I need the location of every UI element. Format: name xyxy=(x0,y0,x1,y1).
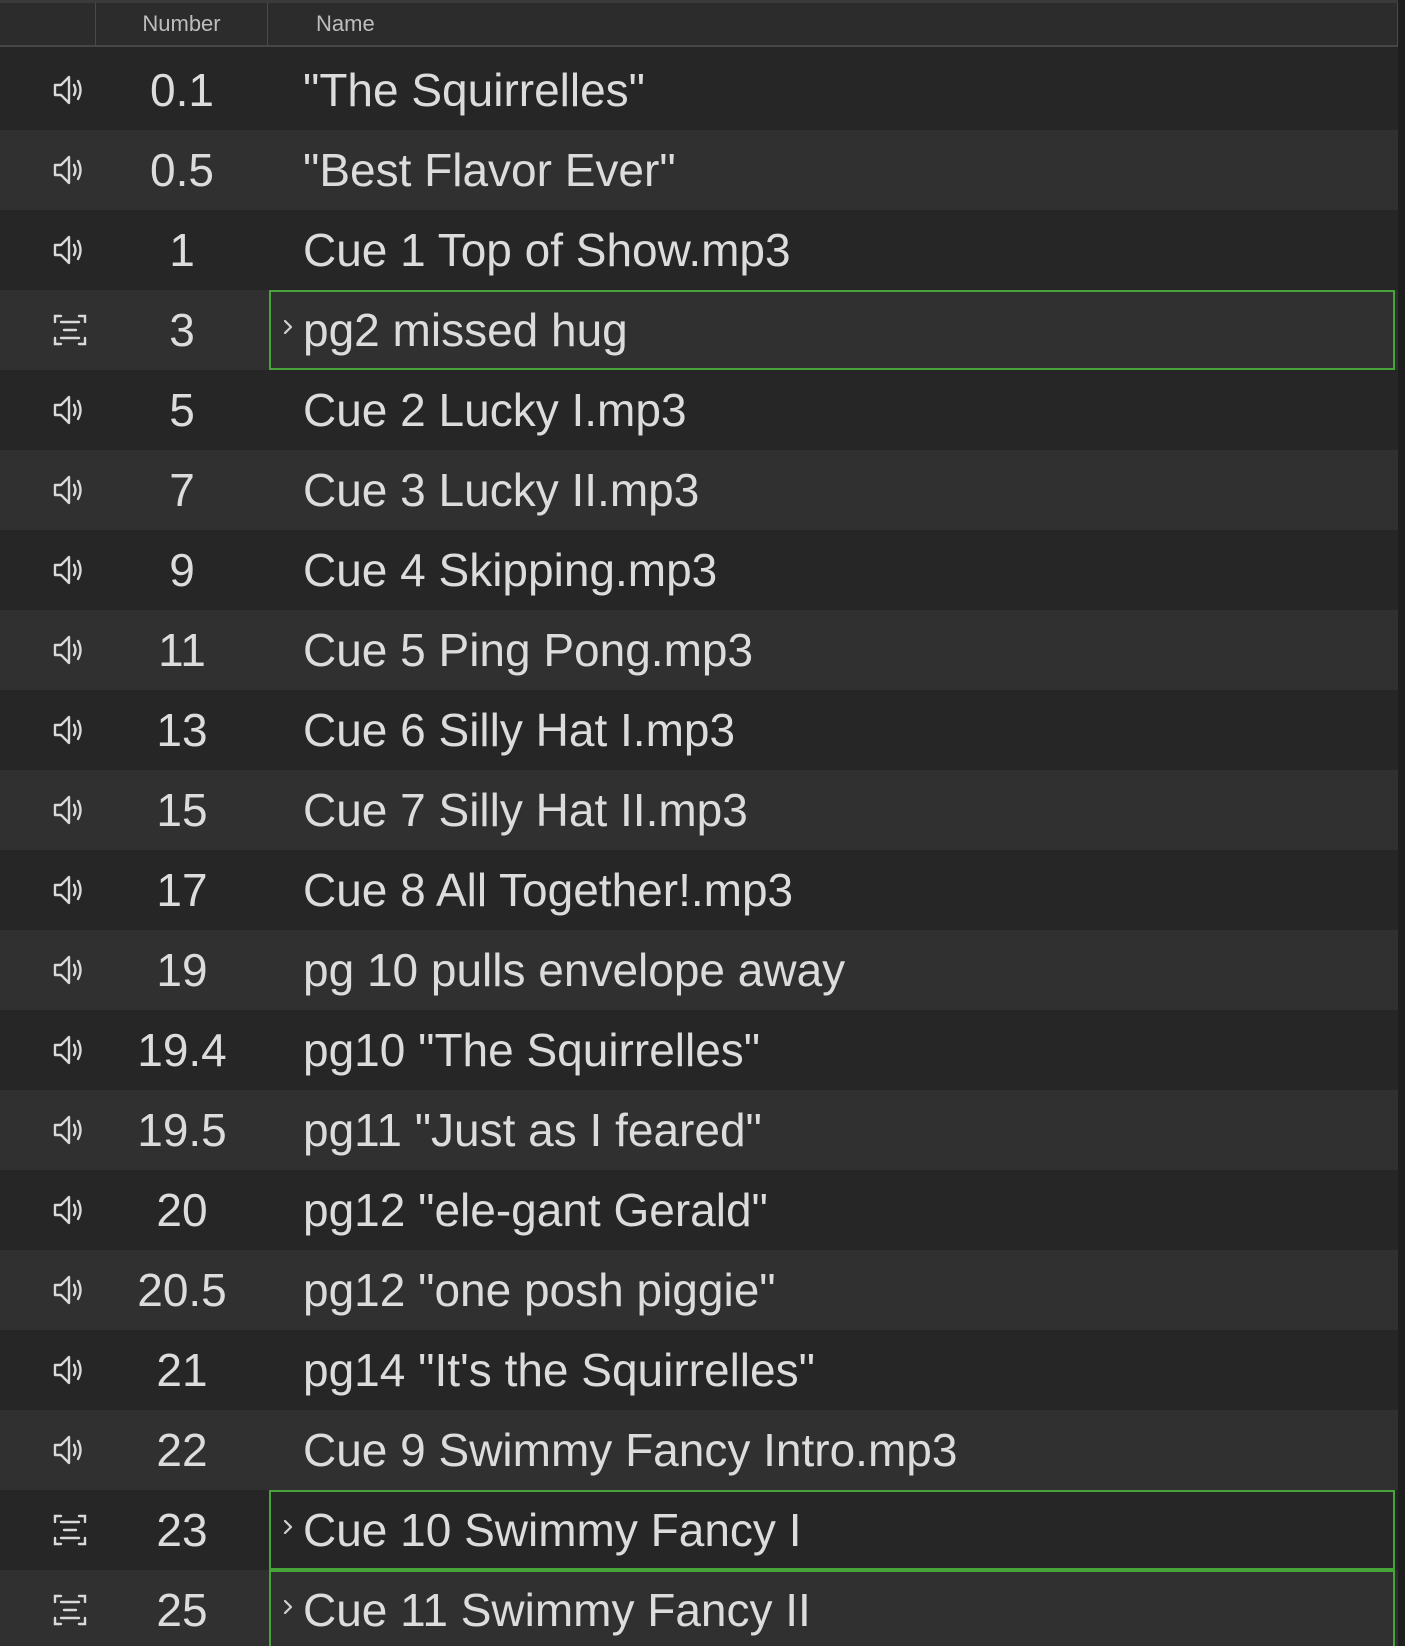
speaker-icon xyxy=(52,713,88,747)
cue-number[interactable]: 0.1 xyxy=(96,50,268,130)
cue-name[interactable]: pg12 "ele-gant Gerald" xyxy=(303,1170,768,1250)
cue-number[interactable]: 1 xyxy=(96,210,268,290)
cue-name[interactable]: pg14 "It's the Squirrelles" xyxy=(303,1330,815,1410)
table-row-audio-cue[interactable]: 0.5 "Best Flavor Ever" xyxy=(0,130,1398,210)
speaker-icon xyxy=(52,233,88,267)
cue-number[interactable]: 5 xyxy=(96,370,268,450)
cue-name[interactable]: Cue 9 Swimmy Fancy Intro.mp3 xyxy=(303,1410,957,1490)
group-icon xyxy=(52,313,88,347)
table-row-audio-cue[interactable]: 20.5 pg12 "one posh piggie" xyxy=(0,1250,1398,1330)
cue-list-table: Number Name 0.1 "The Squirrelles" 0.5 "Best… xyxy=(0,0,1398,1646)
cue-number[interactable]: 13 xyxy=(96,690,268,770)
cue-number[interactable]: 20.5 xyxy=(96,1250,268,1330)
speaker-icon xyxy=(52,553,88,587)
chevron-right-icon[interactable] xyxy=(281,316,295,338)
speaker-icon xyxy=(52,1273,88,1307)
table-row-audio-cue[interactable]: 9 Cue 4 Skipping.mp3 xyxy=(0,530,1398,610)
cue-name[interactable]: Cue 2 Lucky I.mp3 xyxy=(303,370,687,450)
table-row-audio-cue[interactable]: 7 Cue 3 Lucky II.mp3 xyxy=(0,450,1398,530)
cue-number[interactable]: 21 xyxy=(96,1330,268,1410)
cue-number[interactable]: 19 xyxy=(96,930,268,1010)
cue-name[interactable]: Cue 8 All Together!.mp3 xyxy=(303,850,793,930)
cue-name[interactable]: "The Squirrelles" xyxy=(303,50,645,130)
table-row-audio-cue[interactable]: 13 Cue 6 Silly Hat I.mp3 xyxy=(0,690,1398,770)
cue-number[interactable]: 15 xyxy=(96,770,268,850)
cue-name[interactable]: Cue 10 Swimmy Fancy I xyxy=(303,1490,801,1570)
cue-name[interactable]: pg2 missed hug xyxy=(303,290,628,370)
speaker-icon xyxy=(52,1113,88,1147)
table-row-group-cue[interactable]: 23 Cue 10 Swimmy Fancy I xyxy=(0,1490,1398,1570)
cue-number[interactable]: 25 xyxy=(96,1570,268,1646)
cue-name[interactable]: Cue 3 Lucky II.mp3 xyxy=(303,450,699,530)
group-icon xyxy=(52,1593,88,1627)
header-number-column[interactable]: Number xyxy=(96,3,268,45)
cue-number[interactable]: 11 xyxy=(96,610,268,690)
cue-number[interactable]: 9 xyxy=(96,530,268,610)
speaker-icon xyxy=(52,1433,88,1467)
cue-number[interactable]: 19.4 xyxy=(96,1010,268,1090)
table-row-audio-cue[interactable]: 0.1 "The Squirrelles" xyxy=(0,50,1398,130)
cue-number[interactable]: 22 xyxy=(96,1410,268,1490)
table-row-audio-cue[interactable]: 11 Cue 5 Ping Pong.mp3 xyxy=(0,610,1398,690)
cue-number[interactable]: 0.5 xyxy=(96,130,268,210)
cue-name[interactable]: pg10 "The Squirrelles" xyxy=(303,1010,760,1090)
cue-name[interactable]: pg11 "Just as I feared" xyxy=(303,1090,762,1170)
speaker-icon xyxy=(52,393,88,427)
speaker-icon xyxy=(52,633,88,667)
cue-name[interactable]: Cue 7 Silly Hat II.mp3 xyxy=(303,770,748,850)
chevron-right-icon[interactable] xyxy=(281,1596,295,1618)
cue-name[interactable]: pg12 "one posh piggie" xyxy=(303,1250,776,1330)
speaker-icon xyxy=(52,1353,88,1387)
speaker-icon xyxy=(52,793,88,827)
speaker-icon xyxy=(52,73,88,107)
cue-name[interactable]: Cue 5 Ping Pong.mp3 xyxy=(303,610,753,690)
table-row-audio-cue[interactable]: 22 Cue 9 Swimmy Fancy Intro.mp3 xyxy=(0,1410,1398,1490)
speaker-icon xyxy=(52,873,88,907)
table-row-audio-cue[interactable]: 5 Cue 2 Lucky I.mp3 xyxy=(0,370,1398,450)
speaker-icon xyxy=(52,953,88,987)
table-row-audio-cue[interactable]: 19.4 pg10 "The Squirrelles" xyxy=(0,1010,1398,1090)
cue-name[interactable]: "Best Flavor Ever" xyxy=(303,130,676,210)
speaker-icon xyxy=(52,1193,88,1227)
cue-name[interactable]: Cue 11 Swimmy Fancy II xyxy=(303,1570,811,1646)
cue-number[interactable]: 23 xyxy=(96,1490,268,1570)
cue-number[interactable]: 7 xyxy=(96,450,268,530)
speaker-icon xyxy=(52,473,88,507)
table-row-audio-cue[interactable]: 20 pg12 "ele-gant Gerald" xyxy=(0,1170,1398,1250)
cue-name[interactable]: Cue 6 Silly Hat I.mp3 xyxy=(303,690,735,770)
cue-name[interactable]: Cue 4 Skipping.mp3 xyxy=(303,530,717,610)
table-row-audio-cue[interactable]: 19 pg 10 pulls envelope away xyxy=(0,930,1398,1010)
table-row-audio-cue[interactable]: 1 Cue 1 Top of Show.mp3 xyxy=(0,210,1398,290)
chevron-right-icon[interactable] xyxy=(281,1516,295,1538)
table-row-audio-cue[interactable]: 19.5 pg11 "Just as I feared" xyxy=(0,1090,1398,1170)
cue-number[interactable]: 3 xyxy=(96,290,268,370)
cue-number[interactable]: 19.5 xyxy=(96,1090,268,1170)
cue-rows: 0.1 "The Squirrelles" 0.5 "Best Flavor Ever… xyxy=(0,50,1398,1646)
header-name-column[interactable]: Name xyxy=(268,3,1398,45)
cue-name[interactable]: Cue 1 Top of Show.mp3 xyxy=(303,210,791,290)
header-type-column[interactable] xyxy=(0,3,96,45)
cue-number[interactable]: 20 xyxy=(96,1170,268,1250)
cue-number[interactable]: 17 xyxy=(96,850,268,930)
table-header: Number Name xyxy=(0,0,1398,47)
table-row-audio-cue[interactable]: 15 Cue 7 Silly Hat II.mp3 xyxy=(0,770,1398,850)
cue-name[interactable]: pg 10 pulls envelope away xyxy=(303,930,845,1010)
table-row-group-cue[interactable]: 3 pg2 missed hug xyxy=(0,290,1398,370)
table-row-group-cue[interactable]: 25 Cue 11 Swimmy Fancy II xyxy=(0,1570,1398,1646)
speaker-icon xyxy=(52,153,88,187)
table-row-audio-cue[interactable]: 21 pg14 "It's the Squirrelles" xyxy=(0,1330,1398,1410)
speaker-icon xyxy=(52,1033,88,1067)
table-row-audio-cue[interactable]: 17 Cue 8 All Together!.mp3 xyxy=(0,850,1398,930)
group-icon xyxy=(52,1513,88,1547)
